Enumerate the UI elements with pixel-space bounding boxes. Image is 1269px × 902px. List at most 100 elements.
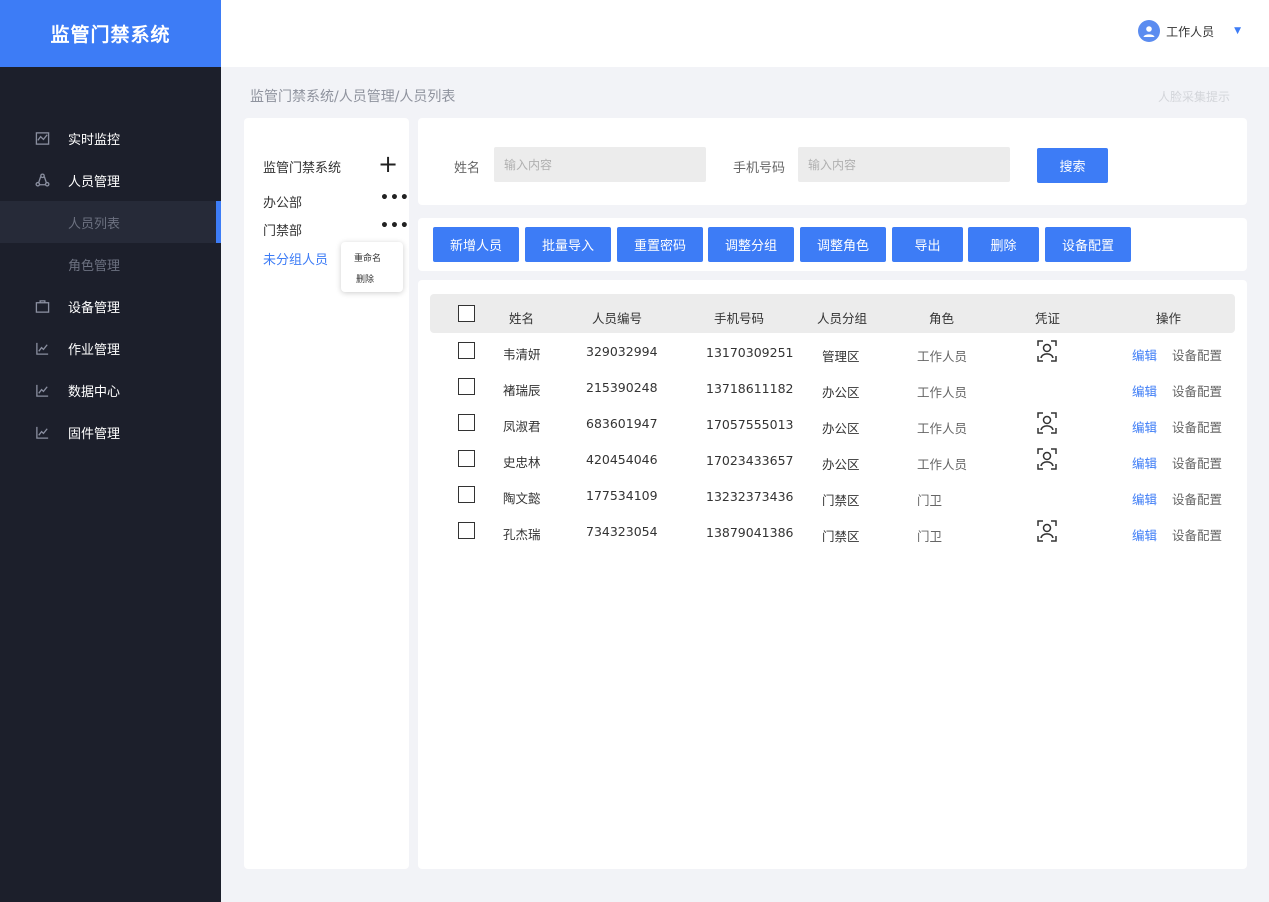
sidebar-item-realtime-monitor[interactable]: 实时监控: [0, 117, 221, 159]
device-config-link[interactable]: 设备配置: [1172, 453, 1222, 472]
tree-item-office[interactable]: 办公部: [263, 192, 302, 211]
column-header-group: 人员分组: [817, 311, 868, 326]
edit-link[interactable]: 编辑: [1132, 525, 1157, 544]
table-header: 姓名 人员编号 手机号码 人员分组 角色 凭证 操作: [430, 294, 1235, 333]
cell-name: 孔杰瑞: [503, 527, 541, 542]
add-person-button[interactable]: 新增人员: [433, 227, 519, 262]
device-config-link[interactable]: 设备配置: [1172, 381, 1222, 400]
search-button[interactable]: 搜索: [1037, 148, 1108, 183]
user-menu[interactable]: 工作人员 ▼: [1138, 20, 1241, 42]
personnel-table: 姓名 人员编号 手机号码 人员分组 角色 凭证 操作 韦清妍 329032994 1…: [418, 280, 1247, 869]
delete-button[interactable]: 删除: [968, 227, 1039, 262]
row-checkbox[interactable]: [458, 522, 475, 539]
cell-phone: 17057555013: [706, 417, 794, 432]
face-capture-hint[interactable]: 人脸采集提示: [1158, 88, 1230, 105]
face-credential-icon[interactable]: [1037, 520, 1057, 545]
breadcrumb: 监管门禁系统/人员管理/人员列表: [250, 89, 456, 105]
export-button[interactable]: 导出: [892, 227, 963, 262]
batch-import-button[interactable]: 批量导入: [525, 227, 611, 262]
column-header-name: 姓名: [509, 311, 535, 326]
device-config-link[interactable]: 设备配置: [1172, 417, 1222, 436]
toolbar-panel: 新增人员 批量导入 重置密码 调整分组 调整角色 导出 删除 设备配置: [418, 218, 1247, 271]
cell-group: 办公区: [822, 385, 860, 400]
row-checkbox[interactable]: [458, 486, 475, 503]
face-credential-icon[interactable]: [1037, 412, 1057, 437]
cell-id: 683601947: [586, 416, 658, 431]
sidebar-item-label: 角色管理: [68, 258, 121, 274]
sidebar-item-personnel[interactable]: 人员管理: [0, 159, 221, 201]
tree-root[interactable]: 监管门禁系统: [263, 157, 341, 176]
sidebar: 监管门禁系统 实时监控 人员管理 人员列表 角色管理 设备管理 作业管理 数据中…: [0, 0, 221, 902]
cell-role: 门卫: [917, 493, 943, 508]
trend-chart-icon: [34, 424, 50, 440]
column-header-credential: 凭证: [1035, 311, 1061, 326]
context-delete[interactable]: 删除: [356, 272, 374, 285]
sidebar-item-job-management[interactable]: 作业管理: [0, 327, 221, 369]
cell-group: 管理区: [822, 349, 860, 364]
name-label: 姓名: [454, 161, 481, 176]
name-search-input[interactable]: [494, 147, 706, 182]
sidebar-item-label: 设备管理: [68, 300, 121, 316]
tree-item-gate[interactable]: 门禁部: [263, 220, 302, 239]
row-checkbox[interactable]: [458, 378, 475, 395]
adjust-group-button[interactable]: 调整分组: [708, 227, 794, 262]
user-icon: [1143, 26, 1155, 37]
edit-link[interactable]: 编辑: [1132, 453, 1157, 472]
edit-link[interactable]: 编辑: [1132, 489, 1157, 508]
context-rename[interactable]: 重命名: [354, 251, 381, 264]
cell-group: 门禁区: [822, 529, 860, 544]
cell-phone: 13879041386: [706, 525, 794, 540]
reset-password-button[interactable]: 重置密码: [617, 227, 703, 262]
phone-search-input[interactable]: [798, 147, 1010, 182]
more-icon[interactable]: •••: [380, 218, 410, 234]
row-checkbox[interactable]: [458, 450, 475, 467]
trend-chart-icon: [34, 382, 50, 398]
cell-name: 史忠林: [503, 455, 541, 470]
tree-item-ungrouped[interactable]: 未分组人员: [263, 249, 328, 268]
edit-link[interactable]: 编辑: [1132, 345, 1157, 364]
sidebar-menu: 实时监控 人员管理 人员列表 角色管理 设备管理 作业管理 数据中心 固件管理: [0, 117, 221, 453]
row-checkbox[interactable]: [458, 342, 475, 359]
cell-role: 工作人员: [917, 385, 968, 400]
edit-link[interactable]: 编辑: [1132, 417, 1157, 436]
user-name: 工作人员: [1166, 24, 1215, 39]
device-config-link[interactable]: 设备配置: [1172, 489, 1222, 508]
column-header-role: 角色: [929, 311, 955, 326]
add-group-icon[interactable]: +: [378, 152, 398, 176]
face-credential-icon[interactable]: [1037, 448, 1057, 473]
search-panel: 姓名 手机号码 搜索: [418, 118, 1247, 205]
sidebar-item-personnel-list[interactable]: 人员列表: [0, 201, 221, 243]
device-config-link[interactable]: 设备配置: [1172, 525, 1222, 544]
caret-down-icon[interactable]: ▼: [1234, 26, 1241, 36]
top-bar: 工作人员 ▼: [221, 0, 1269, 67]
cell-group: 办公区: [822, 421, 860, 436]
column-header-id: 人员编号: [592, 311, 643, 326]
cell-name: 韦清妍: [503, 347, 541, 362]
cell-name: 褚瑞辰: [503, 383, 541, 398]
sidebar-item-label: 实时监控: [68, 132, 121, 148]
cell-group: 门禁区: [822, 493, 860, 508]
device-config-button[interactable]: 设备配置: [1045, 227, 1131, 262]
people-cycle-icon: [34, 172, 50, 188]
cell-name: 陶文懿: [503, 491, 541, 506]
more-icon[interactable]: •••: [380, 190, 410, 206]
face-credential-icon[interactable]: [1037, 340, 1057, 365]
sidebar-item-label: 人员管理: [68, 174, 121, 190]
phone-label: 手机号码: [733, 161, 786, 176]
cell-role: 工作人员: [917, 349, 968, 364]
adjust-role-button[interactable]: 调整角色: [800, 227, 886, 262]
sidebar-item-device-management[interactable]: 设备管理: [0, 285, 221, 327]
select-all-checkbox[interactable]: [458, 305, 475, 322]
briefcase-icon: [34, 298, 50, 314]
cell-phone: 17023433657: [706, 453, 794, 468]
cell-id: 734323054: [586, 524, 658, 539]
sidebar-item-role-management[interactable]: 角色管理: [0, 243, 221, 285]
cell-group: 办公区: [822, 457, 860, 472]
column-header-actions: 操作: [1156, 311, 1182, 326]
sidebar-item-firmware-management[interactable]: 固件管理: [0, 411, 221, 453]
row-checkbox[interactable]: [458, 414, 475, 431]
sidebar-item-data-center[interactable]: 数据中心: [0, 369, 221, 411]
edit-link[interactable]: 编辑: [1132, 381, 1157, 400]
cell-id: 420454046: [586, 452, 658, 467]
device-config-link[interactable]: 设备配置: [1172, 345, 1222, 364]
